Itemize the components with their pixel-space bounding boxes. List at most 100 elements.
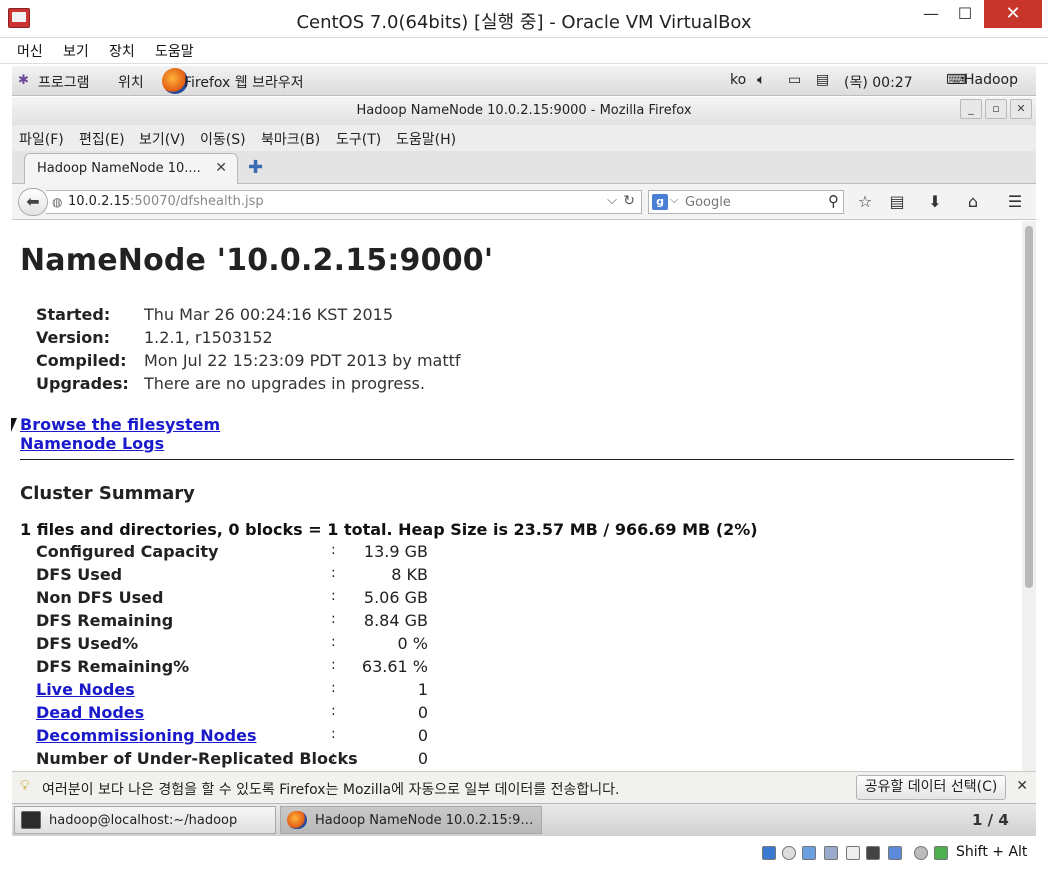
info-upgrades-value: There are no upgrades in progress. — [144, 374, 425, 393]
ff-menu-file[interactable]: 파일(F) — [19, 129, 64, 149]
applications-menu-icon: ✱ — [18, 73, 29, 88]
info-upgrades-label: Upgrades: — [36, 374, 129, 393]
browse-filesystem-link[interactable]: Browse the filesystem — [20, 415, 220, 434]
shared-folders-icon[interactable] — [846, 846, 860, 860]
url-history-dropdown-icon[interactable]: ⌵ — [607, 193, 617, 208]
network-adapter-icon[interactable] — [824, 846, 838, 860]
notification-close-icon[interactable]: ✕ — [1016, 778, 1028, 794]
ff-menu-help[interactable]: 도움말(H) — [396, 129, 456, 149]
vbox-menu-devices[interactable]: 장치 — [109, 41, 135, 61]
row-colon: : — [331, 726, 336, 742]
vbox-menubar: 머신 보기 장치 도움말 — [0, 38, 1048, 64]
ff-menu-bookmarks[interactable]: 북마크(B) — [261, 129, 320, 149]
workspace-indicator[interactable]: 1 / 4 — [972, 811, 1009, 829]
row-dfs-used-label: DFS Used — [36, 565, 123, 584]
network-icon[interactable]: ▭ — [788, 72, 801, 88]
terminal-icon — [21, 811, 41, 829]
firefox-close-button[interactable]: ✕ — [1010, 99, 1032, 119]
vbox-menu-help[interactable]: 도움말 — [155, 41, 194, 61]
volume-icon[interactable]: 🔈︎ — [757, 72, 765, 88]
row-dfs-used-pct-value: 0 % — [397, 634, 428, 653]
firefox-minimize-button[interactable]: _ — [960, 99, 982, 119]
row-dfs-remaining-pct-label: DFS Remaining% — [36, 657, 190, 676]
row-colon: : — [331, 634, 336, 650]
row-configured-capacity-label: Configured Capacity — [36, 542, 219, 561]
home-icon[interactable]: ⌂ — [960, 190, 986, 214]
vbox-close-button[interactable]: ✕ — [984, 0, 1042, 28]
row-colon: : — [331, 588, 336, 604]
url-text: 10.0.2.15:50070/dfshealth.jsp — [68, 194, 264, 209]
lightbulb-icon: 💡︎ — [20, 778, 30, 794]
choose-data-to-share-button[interactable]: 공유할 데이터 선택(C) — [856, 775, 1006, 800]
scrollbar-thumb[interactable] — [1025, 226, 1033, 588]
tab-close-icon[interactable]: ✕ — [215, 160, 227, 176]
bookmark-star-icon[interactable]: ☆ — [852, 190, 878, 214]
info-started-value: Thu Mar 26 00:24:16 KST 2015 — [144, 305, 394, 324]
row-under-replicated-label: Number of Under-Replicated Blocks — [36, 749, 358, 768]
row-colon: : — [331, 611, 336, 627]
taskbar-terminal-label: hadoop@localhost:~/hadoop — [49, 813, 238, 828]
ff-menu-view[interactable]: 보기(V) — [139, 129, 185, 149]
firefox-maximize-button[interactable]: ▫ — [985, 99, 1007, 119]
applications-menu[interactable]: 프로그램 — [38, 72, 90, 92]
row-colon: : — [331, 565, 336, 581]
search-engine-dropdown-icon[interactable]: ⌵ — [670, 193, 678, 207]
url-bar[interactable]: ◍ 10.0.2.15:50070/dfshealth.jsp ⌵ ↻ — [46, 190, 642, 214]
divider — [20, 459, 1014, 460]
menu-hamburger-icon[interactable]: ☰ — [1002, 190, 1028, 214]
search-icon[interactable]: ⚲ — [828, 192, 839, 210]
bookmarks-menu-icon[interactable]: ▤ — [884, 190, 910, 214]
places-menu[interactable]: 위치 — [118, 72, 144, 92]
user-menu[interactable]: Hadoop — [964, 72, 1018, 88]
hard-disk-icon[interactable] — [762, 846, 776, 860]
row-dfs-used-pct-label: DFS Used% — [36, 634, 139, 653]
vbox-menu-machine[interactable]: 머신 — [17, 41, 43, 61]
taskbar-terminal-button[interactable]: hadoop@localhost:~/hadoop — [14, 806, 276, 834]
info-version-label: Version: — [36, 328, 111, 347]
clipboard-icon[interactable]: ▤ — [816, 72, 829, 88]
ff-menu-history[interactable]: 이동(S) — [200, 129, 246, 149]
row-dead-nodes-value: 0 — [417, 703, 428, 722]
ff-menu-tools[interactable]: 도구(T) — [336, 129, 381, 149]
vbox-minimize-button[interactable]: — — [912, 0, 950, 28]
live-nodes-link[interactable]: Live Nodes — [36, 680, 135, 699]
search-bar[interactable]: g ⌵ ⚲ — [648, 190, 844, 214]
page-scrollbar[interactable] — [1022, 221, 1036, 771]
video-capture-icon[interactable] — [888, 846, 902, 860]
vbox-menu-view[interactable]: 보기 — [63, 41, 89, 61]
ff-menu-edit[interactable]: 편집(E) — [79, 129, 125, 149]
mouse-integration-icon[interactable] — [914, 846, 928, 860]
namenode-logs-link[interactable]: Namenode Logs — [20, 434, 164, 453]
google-search-engine-icon[interactable]: g — [652, 194, 668, 210]
new-tab-plus-icon[interactable]: ✚ — [248, 157, 263, 178]
row-colon: : — [331, 749, 336, 765]
taskbar-firefox-button[interactable]: Hadoop NameNode 10.0.2.15:9… — [280, 806, 542, 834]
row-non-dfs-used-value: 5.06 GB — [363, 588, 428, 607]
display-icon[interactable] — [866, 846, 880, 860]
back-button[interactable]: ⬅︎ — [18, 188, 48, 216]
dead-nodes-link[interactable]: Dead Nodes — [36, 703, 144, 722]
row-colon: : — [331, 680, 336, 696]
tab-title: Hadoop NameNode 10.... — [37, 161, 201, 176]
url-path: :50070/dfshealth.jsp — [130, 194, 264, 209]
decommissioning-nodes-link[interactable]: Decommissioning Nodes — [36, 726, 256, 745]
row-dfs-remaining-label: DFS Remaining — [36, 611, 174, 630]
firefox-tabbar: Hadoop NameNode 10.... ✕ ✚ — [12, 151, 1036, 185]
row-colon: : — [331, 657, 336, 673]
data-sharing-notification: 💡︎ 여러분이 보다 나은 경험을 할 수 있도록 Firefox는 Mozil… — [12, 771, 1036, 803]
input-language-indicator[interactable]: ko — [730, 72, 746, 88]
reload-icon[interactable]: ↻ — [623, 193, 635, 209]
usb-icon[interactable] — [802, 846, 816, 860]
page-content: NameNode '10.0.2.15:9000' Started: Thu M… — [12, 221, 1022, 771]
gnome-top-panel: ✱ 프로그램 위치 Firefox 웹 브라우저 ko 🔈︎ ▭ ▤ (목) 0… — [12, 66, 1036, 96]
clock[interactable]: (목) 00:27 — [844, 72, 913, 92]
page-title: NameNode '10.0.2.15:9000' — [20, 243, 494, 278]
downloads-icon[interactable]: ⬇︎ — [922, 190, 948, 214]
search-input[interactable] — [685, 194, 815, 211]
optical-drive-icon[interactable] — [782, 846, 796, 860]
vbox-maximize-button[interactable]: ☐ — [946, 0, 984, 28]
url-host: 10.0.2.15 — [68, 194, 131, 209]
tab-hadoop-namenode[interactable]: Hadoop NameNode 10.... ✕ — [24, 153, 238, 185]
info-compiled-label: Compiled: — [36, 351, 127, 370]
active-app-menu[interactable]: Firefox 웹 브라우저 — [184, 72, 304, 92]
